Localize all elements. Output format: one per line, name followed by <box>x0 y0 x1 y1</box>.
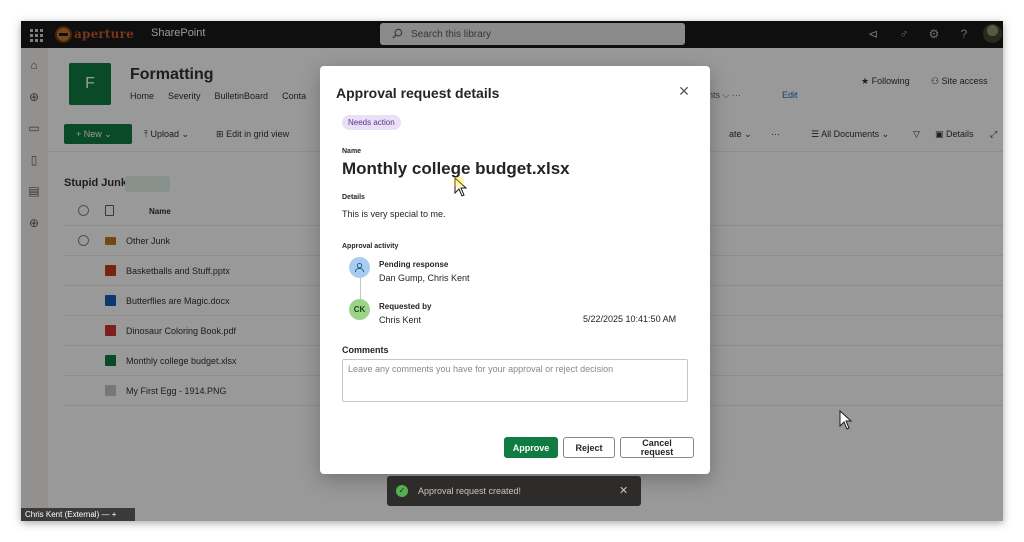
dialog-title: Approval request details <box>336 85 500 101</box>
approval-activity-label: Approval activity <box>342 243 399 250</box>
cancel-request-button[interactable]: Cancel request <box>620 437 694 458</box>
request-timestamp: 5/22/2025 10:41:50 AM <box>583 314 677 324</box>
close-icon[interactable]: ✕ <box>619 484 628 497</box>
file-name-value: Monthly college budget.xlsx <box>342 159 570 178</box>
close-icon[interactable]: ✕ <box>677 84 691 98</box>
toast-message: Approval request created! <box>418 486 522 496</box>
requested-by-title: Requested by <box>379 302 432 311</box>
checkmark-icon: ✓ <box>396 485 408 497</box>
pending-people: Dan Gump, Chris Kent <box>379 273 470 283</box>
approve-button[interactable]: Approve <box>504 437 558 458</box>
details-value: This is very special to me. <box>342 209 446 219</box>
name-label: Name <box>342 148 362 155</box>
pending-person-icon <box>349 257 370 278</box>
requester-name: Chris Kent <box>379 315 422 325</box>
pending-response-title: Pending response <box>379 260 449 269</box>
pointer-cursor-icon <box>839 410 853 430</box>
status-badge: Needs action <box>342 115 401 130</box>
success-toast: ✓ Approval request created! ✕ <box>387 476 641 506</box>
comments-field[interactable] <box>342 359 688 402</box>
cancel-line-2: request <box>640 446 674 457</box>
requester-avatar: CK <box>349 299 370 320</box>
mouse-cursor-icon <box>454 177 468 197</box>
details-label: Details <box>342 194 365 201</box>
approval-details-dialog: Approval request details ✕ Needs action … <box>320 66 710 474</box>
reject-button[interactable]: Reject <box>563 437 615 458</box>
sharepoint-window: aperture SharePoint Search this library … <box>21 21 1003 521</box>
status-chip: Chris Kent (External) — + <box>21 508 135 521</box>
comments-label: Comments <box>342 345 389 355</box>
